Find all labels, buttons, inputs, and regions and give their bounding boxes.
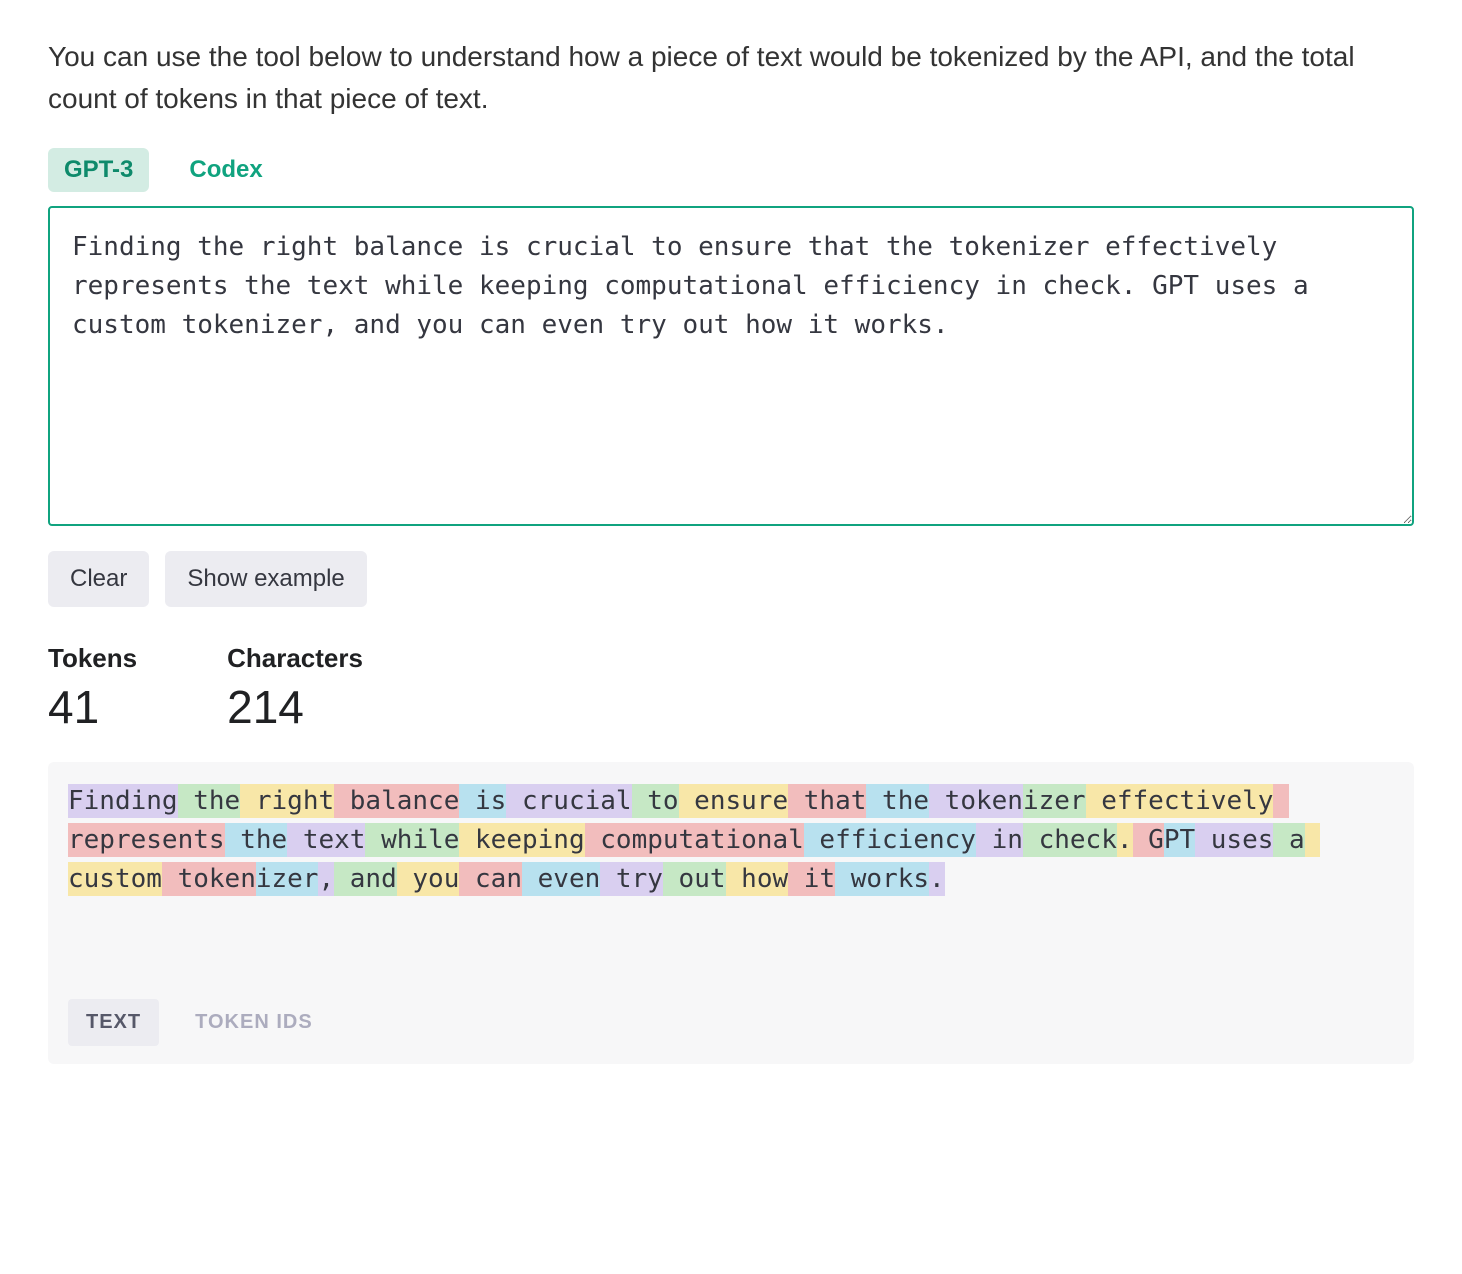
- button-row: Clear Show example: [48, 551, 1414, 607]
- token: out: [663, 862, 726, 896]
- viz-tabs: TEXT TOKEN IDS: [68, 999, 1394, 1046]
- token: izer: [1023, 784, 1086, 818]
- tab-gpt3[interactable]: GPT-3: [48, 148, 149, 192]
- characters-stat: Characters 214: [227, 643, 363, 734]
- token: it: [788, 862, 835, 896]
- token: that: [788, 784, 866, 818]
- token: keeping: [459, 823, 584, 857]
- characters-value: 214: [227, 680, 363, 734]
- token: right: [240, 784, 334, 818]
- token: in: [976, 823, 1023, 857]
- tab-codex[interactable]: Codex: [173, 148, 278, 192]
- token: you: [397, 862, 460, 896]
- token: while: [365, 823, 459, 857]
- token: crucial: [506, 784, 631, 818]
- stats-row: Tokens 41 Characters 214: [48, 643, 1414, 734]
- token: izer: [256, 862, 319, 896]
- token: effectively: [1086, 784, 1274, 818]
- token: computational: [585, 823, 804, 857]
- token: balance: [334, 784, 459, 818]
- viz-tab-text[interactable]: TEXT: [68, 999, 159, 1046]
- token-visualization: Finding the right balance is crucial to …: [48, 762, 1414, 1064]
- tokens-value: 41: [48, 680, 137, 734]
- token: efficiency: [804, 823, 976, 857]
- token: G: [1133, 823, 1164, 857]
- token: ensure: [679, 784, 789, 818]
- token: uses: [1195, 823, 1273, 857]
- token: ,: [318, 862, 334, 896]
- token: token: [929, 784, 1023, 818]
- token: .: [929, 862, 945, 896]
- characters-label: Characters: [227, 643, 363, 674]
- token: the: [178, 784, 241, 818]
- token: a: [1273, 823, 1304, 857]
- tokenized-text: Finding the right balance is crucial to …: [68, 782, 1394, 899]
- tokenizer-input[interactable]: [48, 206, 1414, 526]
- token: can: [459, 862, 522, 896]
- token: how: [726, 862, 789, 896]
- token: text: [287, 823, 365, 857]
- token: try: [600, 862, 663, 896]
- model-tabs: GPT-3 Codex: [48, 148, 1414, 192]
- clear-button[interactable]: Clear: [48, 551, 149, 607]
- token: Finding: [68, 784, 178, 818]
- token: the: [225, 823, 288, 857]
- token: the: [866, 784, 929, 818]
- token: PT: [1164, 823, 1195, 857]
- token: token: [162, 862, 256, 896]
- token: is: [459, 784, 506, 818]
- token: check: [1023, 823, 1117, 857]
- intro-text: You can use the tool below to understand…: [48, 36, 1414, 120]
- token: .: [1117, 823, 1133, 857]
- token: works: [835, 862, 929, 896]
- show-example-button[interactable]: Show example: [165, 551, 366, 607]
- token: even: [522, 862, 600, 896]
- token: to: [632, 784, 679, 818]
- tokens-stat: Tokens 41: [48, 643, 137, 734]
- tokens-label: Tokens: [48, 643, 137, 674]
- viz-tab-token-ids[interactable]: TOKEN IDS: [177, 999, 331, 1046]
- token: and: [334, 862, 397, 896]
